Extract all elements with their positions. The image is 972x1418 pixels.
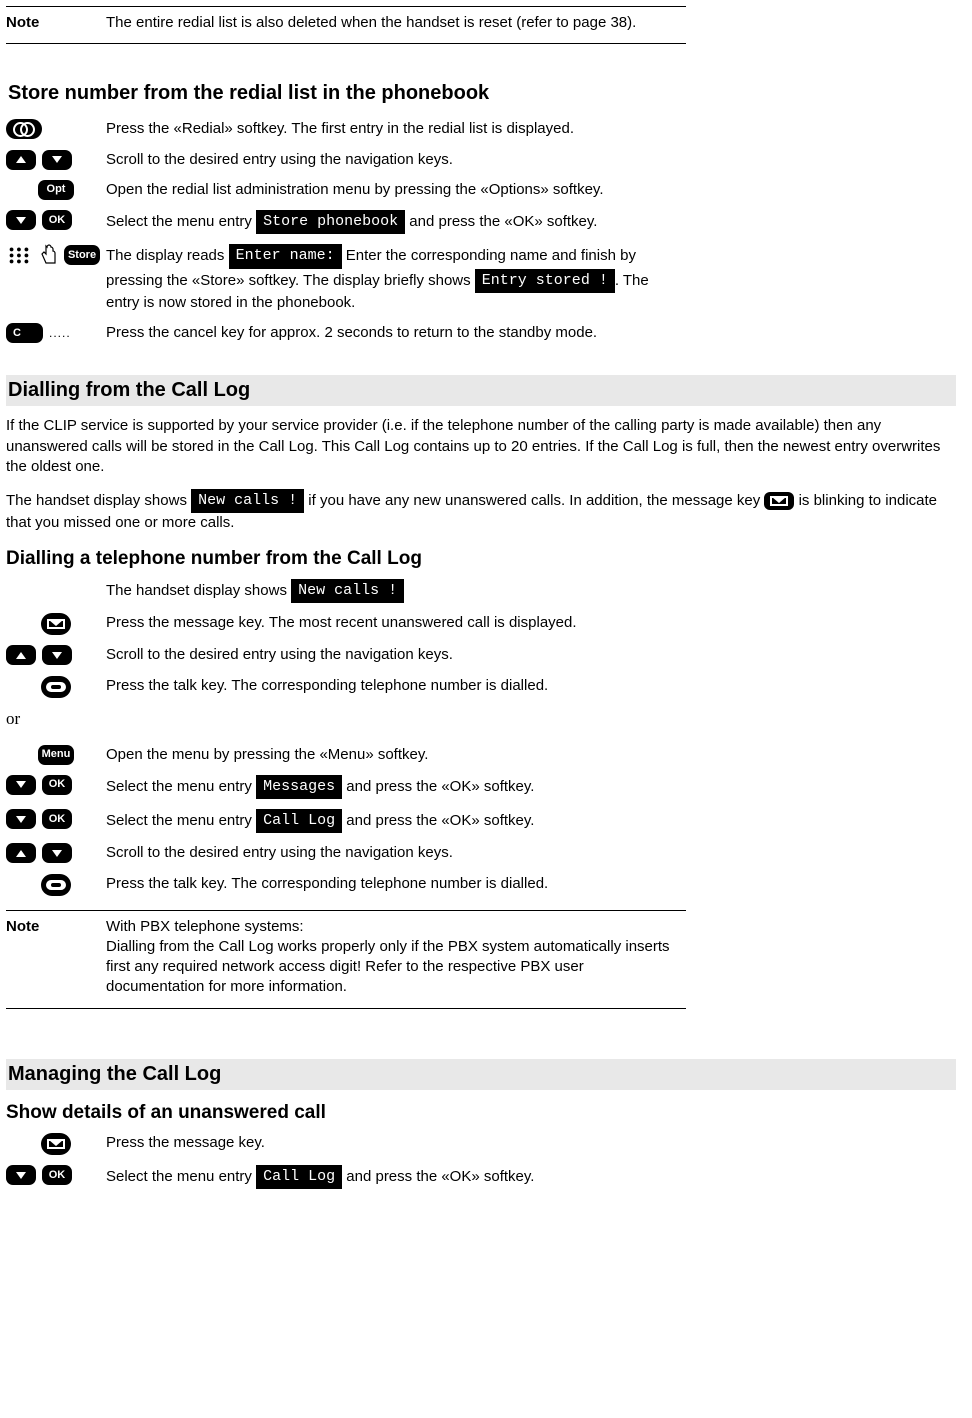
- text-fragment: Select the menu entry: [106, 1168, 256, 1185]
- text-fragment: The handset display shows: [106, 582, 291, 599]
- nav-down-icon: [42, 843, 72, 863]
- step-text: Press the cancel key for approx. 2 secon…: [106, 323, 666, 343]
- lcd-new-calls: New calls !: [191, 489, 304, 513]
- step-scroll: Scroll to the desired entry using the na…: [6, 150, 956, 170]
- opt-key-icon: Opt: [38, 180, 74, 200]
- ok-key-icon: OK: [42, 210, 72, 230]
- step-text: Press the talk key. The corresponding te…: [106, 676, 666, 696]
- step-text: Select the menu entry Call Log and press…: [106, 809, 666, 833]
- lcd-call-log: Call Log: [256, 809, 342, 833]
- step-text: Press the talk key. The corresponding te…: [106, 874, 666, 894]
- heading-manage-call-log: Managing the Call Log: [6, 1059, 956, 1090]
- note-pbx: Note With PBX telephone systems: Diallin…: [6, 910, 686, 1009]
- nav-up-icon: [6, 645, 36, 665]
- step-text: Select the menu entry Messages and press…: [106, 775, 666, 799]
- message-key-icon: [41, 613, 71, 635]
- lcd-new-calls: New calls !: [291, 579, 404, 603]
- note-text: With PBX telephone systems: Dialling fro…: [106, 917, 686, 998]
- note-line: Dialling from the Call Log works properl…: [106, 937, 686, 998]
- keypad-icon: ●●●●●●●●●: [6, 246, 34, 265]
- step-scroll: Scroll to the desired entry using the na…: [6, 645, 956, 665]
- nav-down-icon: [6, 1165, 36, 1185]
- text-fragment: The display reads: [106, 247, 229, 264]
- ok-key-icon: OK: [42, 809, 72, 829]
- lcd-entry-stored: Entry stored !: [475, 269, 615, 293]
- text-fragment: and press the «OK» softkey.: [342, 1168, 534, 1185]
- text-fragment: and press the «OK» softkey.: [405, 213, 597, 230]
- note-line: With PBX telephone systems:: [106, 917, 686, 937]
- message-key-icon: [764, 492, 794, 510]
- long-press-dots-icon: .....: [49, 325, 71, 341]
- text-fragment: Select the menu entry: [106, 213, 256, 230]
- menu-key-icon: Menu: [38, 745, 74, 765]
- note-text: The entire redial list is also deleted w…: [106, 13, 686, 33]
- step-display-new-calls: The handset display shows New calls !: [6, 579, 956, 603]
- step-enter-name: ●●●●●●●●● Store The display reads Enter …: [6, 244, 956, 313]
- text-fragment: Select the menu entry: [106, 812, 256, 829]
- lcd-enter-name: Enter name:: [229, 244, 342, 268]
- ok-key-icon: OK: [42, 775, 72, 795]
- or-separator: or: [6, 708, 956, 731]
- subheading-show-details: Show details of an unanswered call: [6, 1100, 956, 1126]
- step-talk: Press the talk key. The corresponding te…: [6, 676, 956, 698]
- step-select-call-log: OK Select the menu entry Call Log and pr…: [6, 809, 956, 833]
- heading-store: Store number from the redial list in the…: [6, 78, 956, 109]
- lcd-messages: Messages: [256, 775, 342, 799]
- note-label: Note: [6, 13, 106, 33]
- step-opt: Opt Open the redial list administration …: [6, 180, 956, 200]
- step-text: Open the redial list administration menu…: [106, 180, 666, 200]
- step-redial: Press the «Redial» softkey. The first en…: [6, 119, 956, 139]
- text-fragment: and press the «OK» softkey.: [342, 778, 534, 795]
- step-text: Scroll to the desired entry using the na…: [106, 150, 666, 170]
- hand-icon: [40, 244, 58, 266]
- text-fragment: if you have any new unanswered calls. In…: [304, 492, 764, 509]
- subheading-dial-number: Dialling a telephone number from the Cal…: [6, 546, 956, 572]
- message-key-icon: [41, 1133, 71, 1155]
- heading-dial-call-log: Dialling from the Call Log: [6, 375, 956, 406]
- step-text: The handset display shows New calls !: [106, 579, 666, 603]
- step-text: Select the menu entry Store phonebook an…: [106, 210, 666, 234]
- nav-down-icon: [6, 809, 36, 829]
- store-key-icon: Store: [64, 245, 100, 265]
- lcd-call-log: Call Log: [256, 1165, 342, 1189]
- step-select-store-phonebook: OK Select the menu entry Store phonebook…: [6, 210, 956, 234]
- step-text: Scroll to the desired entry using the na…: [106, 843, 666, 863]
- step-open-menu: Menu Open the menu by pressing the «Menu…: [6, 745, 956, 765]
- dial-intro: If the CLIP service is supported by your…: [6, 416, 956, 477]
- step-talk: Press the talk key. The corresponding te…: [6, 874, 956, 896]
- step-select-call-log: OK Select the menu entry Call Log and pr…: [6, 1165, 956, 1189]
- note-label: Note: [6, 917, 106, 998]
- nav-down-icon: [6, 775, 36, 795]
- lcd-store-phonebook: Store phonebook: [256, 210, 405, 234]
- step-text: Scroll to the desired entry using the na…: [106, 645, 666, 665]
- step-press-message: Press the message key. The most recent u…: [6, 613, 956, 635]
- nav-down-icon: [6, 210, 36, 230]
- cancel-key-icon: C: [6, 323, 43, 343]
- step-scroll: Scroll to the desired entry using the na…: [6, 843, 956, 863]
- redial-key-icon: [6, 119, 42, 139]
- note-top: Note The entire redial list is also dele…: [6, 6, 686, 44]
- step-text: Open the menu by pressing the «Menu» sof…: [106, 745, 666, 765]
- nav-up-icon: [6, 150, 36, 170]
- text-fragment: and press the «OK» softkey.: [342, 812, 534, 829]
- step-text: Press the «Redial» softkey. The first en…: [106, 119, 666, 139]
- step-text: The display reads Enter name: Enter the …: [106, 244, 666, 313]
- nav-down-icon: [42, 645, 72, 665]
- step-select-messages: OK Select the menu entry Messages and pr…: [6, 775, 956, 799]
- text-fragment: The handset display shows: [6, 492, 191, 509]
- ok-key-icon: OK: [42, 1165, 72, 1185]
- nav-up-icon: [6, 843, 36, 863]
- step-press-message: Press the message key.: [6, 1133, 956, 1155]
- talk-key-icon: [41, 676, 71, 698]
- text-fragment: Select the menu entry: [106, 778, 256, 795]
- talk-key-icon: [41, 874, 71, 896]
- dial-intro-2: The handset display shows New calls ! if…: [6, 489, 956, 534]
- nav-down-icon: [42, 150, 72, 170]
- step-text: Press the message key. The most recent u…: [106, 613, 666, 633]
- step-text: Press the message key.: [106, 1133, 666, 1153]
- step-text: Select the menu entry Call Log and press…: [106, 1165, 666, 1189]
- step-cancel: C ..... Press the cancel key for approx.…: [6, 323, 956, 343]
